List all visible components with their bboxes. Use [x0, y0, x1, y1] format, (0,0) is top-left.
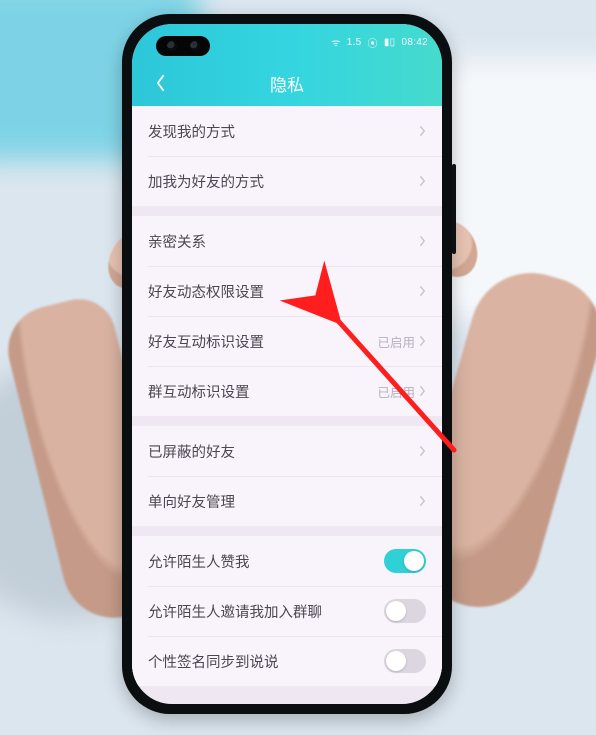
- settings-group: 发现我的方式 加我为好友的方式: [132, 106, 442, 206]
- toggle-sync-signature-to-feed[interactable]: [384, 649, 426, 673]
- settings-list: 发现我的方式 加我为好友的方式 亲密关系: [132, 106, 442, 686]
- row-friend-interaction-marks[interactable]: 好友互动标识设置 已启用: [132, 316, 442, 366]
- row-label: 亲密关系: [148, 231, 419, 252]
- row-discover-me[interactable]: 发现我的方式: [132, 106, 442, 156]
- phone-screen: ᯤ 1.5 ⦿ ▮▯ 08:42 隐私 发现我的方式: [132, 24, 442, 704]
- row-label: 个性签名同步到说说: [148, 651, 384, 672]
- front-camera-cutout: [156, 36, 210, 56]
- battery-icon: ▮▯: [384, 37, 396, 48]
- settings-group: 允许陌生人赞我 允许陌生人邀请我加入群聊 个性签名同步到说说: [132, 536, 442, 686]
- status-time: 08:42: [401, 37, 428, 48]
- chevron-right-icon: [419, 335, 426, 347]
- chevron-right-icon: [419, 385, 426, 397]
- row-allow-strangers-like[interactable]: 允许陌生人赞我: [132, 536, 442, 586]
- row-label: 发现我的方式: [148, 121, 419, 142]
- row-one-way-friends[interactable]: 单向好友管理: [132, 476, 442, 526]
- toggle-allow-strangers-like[interactable]: [384, 549, 426, 573]
- row-label: 好友动态权限设置: [148, 281, 419, 302]
- row-friend-moments-permission[interactable]: 好友动态权限设置: [132, 266, 442, 316]
- settings-group: 已屏蔽的好友 单向好友管理: [132, 426, 442, 526]
- chevron-right-icon: [419, 495, 426, 507]
- signal-icon: ᯤ: [331, 35, 340, 49]
- row-label: 好友互动标识设置: [148, 331, 377, 352]
- row-sync-signature-to-feed[interactable]: 个性签名同步到说说: [132, 636, 442, 686]
- row-label: 单向好友管理: [148, 491, 419, 512]
- phone-frame: ᯤ 1.5 ⦿ ▮▯ 08:42 隐私 发现我的方式: [122, 14, 452, 714]
- row-allow-strangers-invite-group[interactable]: 允许陌生人邀请我加入群聊: [132, 586, 442, 636]
- chevron-right-icon: [419, 175, 426, 187]
- nav-bar: 隐私: [132, 60, 442, 106]
- chevron-right-icon: [419, 235, 426, 247]
- row-label: 加我为好友的方式: [148, 171, 419, 192]
- status-extra-icon: ⦿: [368, 35, 378, 50]
- row-value: 已启用: [377, 382, 415, 401]
- row-label: 已屏蔽的好友: [148, 441, 419, 462]
- row-label: 允许陌生人邀请我加入群聊: [148, 601, 384, 622]
- row-intimate-relationship[interactable]: 亲密关系: [132, 216, 442, 266]
- chevron-right-icon: [419, 445, 426, 457]
- row-value: 已启用: [377, 332, 415, 351]
- chevron-right-icon: [419, 125, 426, 137]
- row-label: 允许陌生人赞我: [148, 551, 384, 572]
- settings-group: 亲密关系 好友动态权限设置 好友互动标识设置 已启用: [132, 216, 442, 416]
- row-blocked-friends[interactable]: 已屏蔽的好友: [132, 426, 442, 476]
- chevron-left-icon: [155, 74, 166, 92]
- chevron-right-icon: [419, 285, 426, 297]
- row-group-interaction-marks[interactable]: 群互动标识设置 已启用: [132, 366, 442, 416]
- network-label: 1.5: [347, 37, 362, 48]
- page-title: 隐私: [132, 71, 442, 96]
- toggle-allow-strangers-invite-group[interactable]: [384, 599, 426, 623]
- row-label: 群互动标识设置: [148, 381, 377, 402]
- row-add-me-method[interactable]: 加我为好友的方式: [132, 156, 442, 206]
- back-button[interactable]: [142, 60, 178, 106]
